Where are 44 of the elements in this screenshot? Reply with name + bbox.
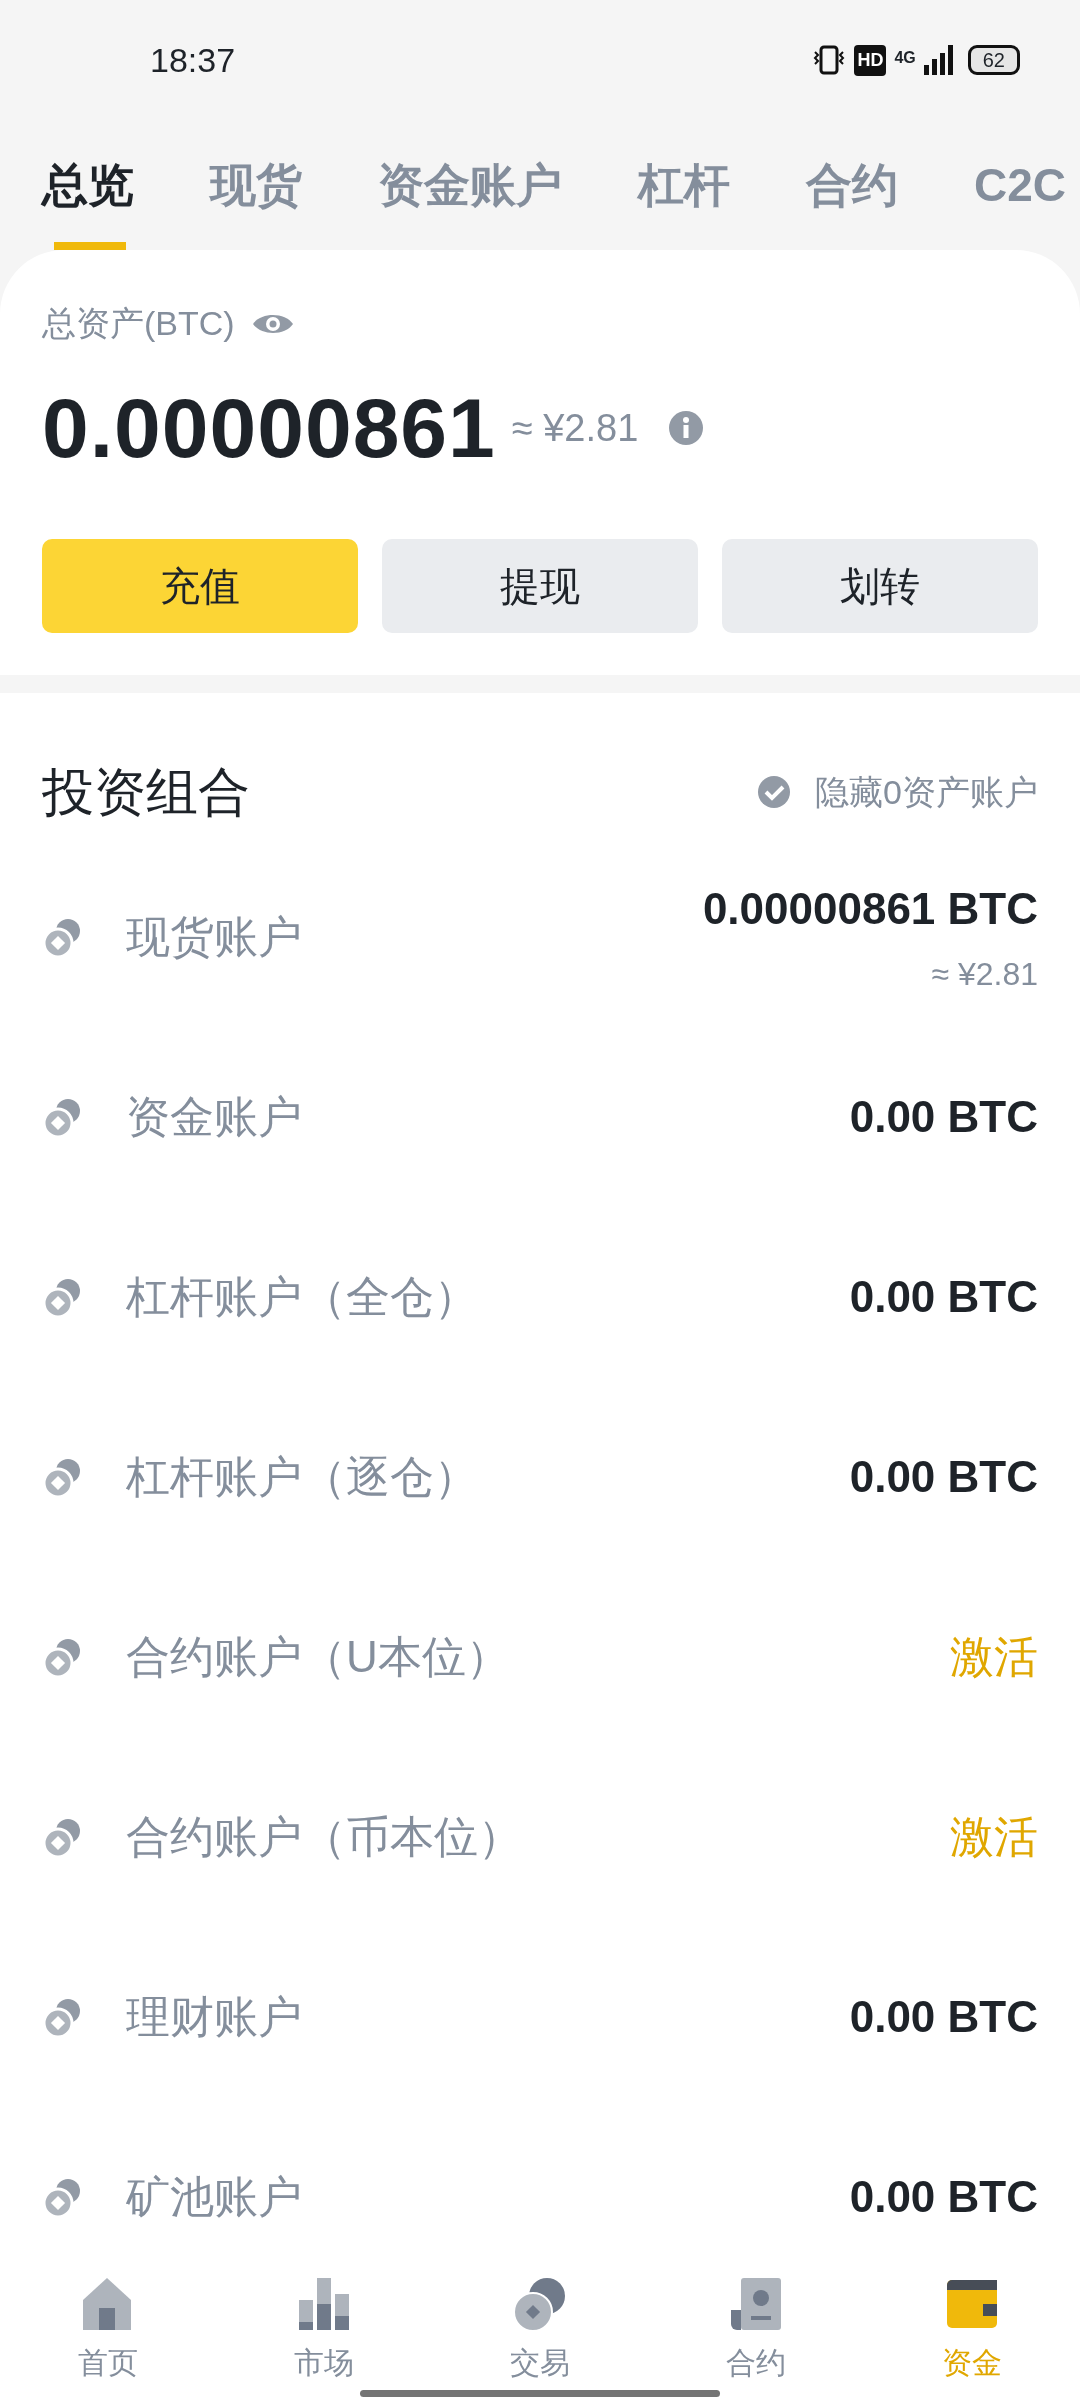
account-name: 杠杆账户（全仓）	[126, 1271, 478, 1323]
account-name: 现货账户	[126, 911, 302, 963]
fiat-estimate: ≈ ¥2.81	[511, 405, 639, 451]
account-name: 合约账户（U本位）	[126, 1631, 510, 1683]
account-name: 合约账户（币本位）	[126, 1811, 522, 1863]
account-name: 理财账户	[126, 1991, 302, 2043]
nav-item[interactable]: 合约	[701, 2274, 811, 2379]
account-balance: 0.00 BTC	[849, 1451, 1038, 1503]
clock: 18:37	[150, 39, 236, 81]
hd-badge: HD	[854, 44, 887, 76]
account-name: 杠杆账户（逐仓）	[126, 1451, 478, 1503]
account-balance: 0.00 BTC	[849, 2171, 1038, 2223]
nav-item[interactable]: 资金	[917, 2274, 1027, 2379]
tab[interactable]: 现货	[210, 120, 302, 250]
tab[interactable]: C2C	[974, 120, 1067, 250]
nav-item[interactable]: 首页	[53, 2274, 163, 2379]
tab[interactable]: 杠杆	[638, 120, 730, 250]
total-assets-label: 总资产(BTC)	[42, 303, 235, 344]
hide-zero-label: 隐藏0资产账户	[815, 771, 1038, 813]
action-button[interactable]: 划转	[722, 539, 1038, 633]
deposit-button[interactable]: 充值	[42, 539, 358, 633]
info-icon[interactable]	[668, 410, 705, 446]
section-title: 投资组合	[42, 762, 250, 823]
account-balance: 0.00 BTC	[849, 1271, 1038, 1323]
account-name: 矿池账户	[126, 2171, 302, 2223]
nav-item[interactable]: 市场	[269, 2274, 379, 2379]
network-label: 4G	[894, 48, 916, 68]
tab[interactable]: 总览	[42, 120, 134, 250]
account-balance: 0.00000861 BTC	[702, 883, 1038, 935]
fiat-estimate: ≈ ¥2.81	[931, 955, 1038, 994]
battery-indicator: 62	[967, 45, 1020, 75]
signal-icon	[923, 45, 954, 75]
account-name: 资金账户	[126, 1091, 302, 1143]
activate-link[interactable]: 激活	[950, 1624, 1038, 1690]
total-amount: 0.00000861	[42, 380, 496, 477]
checkbox-icon[interactable]	[757, 775, 792, 809]
tab[interactable]: 资金账户	[378, 120, 562, 250]
account-balance: 0.00 BTC	[849, 1991, 1038, 2043]
nav-item[interactable]: 交易	[485, 2274, 595, 2379]
vibrate-icon	[812, 44, 847, 76]
account-balance: 0.00 BTC	[849, 1091, 1038, 1143]
tab[interactable]: 合约	[806, 120, 898, 250]
action-button[interactable]: 提现	[382, 539, 698, 633]
activate-link[interactable]: 激活	[950, 1804, 1038, 1870]
